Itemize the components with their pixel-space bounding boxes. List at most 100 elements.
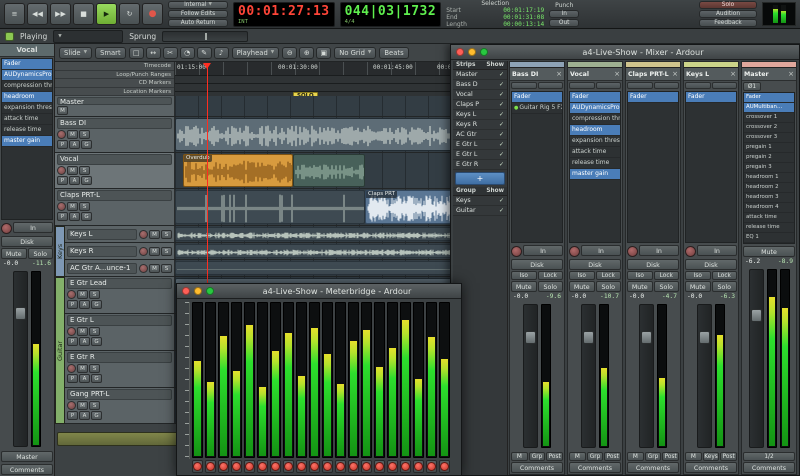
record-button[interactable]: ● [142, 3, 163, 25]
zoom-fit-button[interactable]: ▣ [316, 46, 332, 59]
monitor-disk-button[interactable]: Disk [511, 259, 563, 270]
track-m-button[interactable]: M [77, 401, 88, 410]
track-s-button[interactable]: S [79, 166, 90, 175]
track-header-e-gtr-r[interactable]: E Gtr RMSPAG [55, 351, 175, 387]
shuttle-control[interactable] [162, 30, 249, 42]
monitor-disk-button[interactable]: Disk [627, 259, 679, 270]
processor-entry-fader[interactable]: Fader [628, 92, 678, 103]
track-m-button[interactable]: M [149, 246, 160, 256]
strip-close-button[interactable]: × [788, 70, 794, 78]
solo-button[interactable]: Solo [711, 281, 737, 292]
track-g-button[interactable]: G [91, 300, 102, 309]
processor-entry-pregain-2[interactable]: pregain 2 [744, 153, 794, 163]
track-canvas[interactable] [175, 117, 452, 152]
record-enable-button[interactable] [257, 460, 268, 473]
cut-tool[interactable]: ✂ [162, 46, 178, 59]
gain-fader[interactable] [13, 271, 28, 447]
track-m-button[interactable]: M [77, 327, 88, 336]
strip-close-button[interactable]: × [730, 70, 736, 78]
track-canvas[interactable] [175, 226, 452, 242]
mute-button[interactable]: Mute [1, 248, 27, 259]
strip-name-button[interactable]: Claps PRT-L [628, 71, 670, 78]
strip-visible-check[interactable]: ✓ [499, 151, 504, 158]
track-canvas[interactable] [175, 260, 452, 276]
track-g-button[interactable]: G [81, 140, 92, 149]
gain-fader[interactable] [639, 304, 654, 448]
strip-visible-check[interactable]: ✓ [499, 131, 504, 138]
goto-end-button[interactable]: ▶▶ [50, 3, 71, 25]
track-name[interactable]: Vocal [57, 154, 172, 165]
gain-fader[interactable] [697, 304, 712, 448]
strips-list-item-e-gtr-l[interactable]: E Gtr L ✓ [453, 140, 507, 150]
processor-entry-attack-time[interactable]: attack time [570, 147, 620, 158]
solo-lock-button[interactable]: Lock [653, 271, 679, 280]
track-a-button[interactable]: A [69, 140, 80, 149]
strips-list-item-vocal[interactable]: Vocal ✓ [453, 90, 507, 100]
track-header-vocal[interactable]: Vocal M S P A G [55, 153, 175, 188]
processor-entry-headroom-4[interactable]: headroom 4 [744, 203, 794, 213]
post-button[interactable]: Post [604, 452, 622, 461]
zoom-focus-combo[interactable]: Playhead ▼ [231, 46, 280, 59]
record-enable-button[interactable] [387, 460, 398, 473]
track-s-button[interactable]: S [89, 401, 100, 410]
fader-handle[interactable] [750, 308, 762, 322]
audio-region[interactable] [175, 244, 452, 258]
track-g-button[interactable]: G [91, 411, 102, 420]
track-canvas[interactable]: Overdub [175, 153, 452, 188]
processor-entry-eq-2[interactable]: EQ 2 [744, 243, 794, 244]
audio-region[interactable]: Claps PRT [365, 190, 452, 224]
track-canvas[interactable]: Claps PRT [175, 189, 452, 225]
record-enable-button[interactable] [57, 202, 66, 211]
output-button[interactable]: Master [1, 451, 53, 462]
gain-fader[interactable] [523, 304, 538, 448]
strip-name-button[interactable]: Vocal [570, 71, 612, 78]
shuttle-mode-label[interactable]: Sprung [129, 32, 156, 41]
goto-start-button[interactable]: ◀◀ [27, 3, 48, 25]
primary-clock[interactable]: 00:01:27:13 INT [233, 1, 335, 27]
track-p-button[interactable]: P [57, 176, 68, 185]
punch-in-button[interactable]: In [549, 9, 580, 18]
strip-visible-check[interactable]: ✓ [499, 101, 504, 108]
track-m-button[interactable]: M [77, 290, 88, 299]
solo-isolate-button[interactable]: Iso [685, 271, 711, 280]
mute-button[interactable]: Mute [569, 281, 595, 292]
play-button[interactable]: ▶ [96, 3, 117, 25]
strips-list-item-claps-p[interactable]: Claps P ✓ [453, 100, 507, 110]
record-enable-button[interactable] [139, 246, 148, 256]
audio-region[interactable] [175, 118, 452, 151]
strip-input-button[interactable] [511, 82, 537, 89]
strips-list-item-master[interactable]: Master ✓ [453, 70, 507, 80]
monitor-input-button[interactable]: In [639, 245, 679, 256]
track-p-button[interactable]: P [57, 212, 68, 221]
track-a-button[interactable]: A [79, 337, 90, 346]
audition-button[interactable]: Audition [699, 10, 757, 18]
timecode-ruler[interactable]: 01:15:00 00:01:30:00 00:01:45:00 00:0 [175, 62, 452, 76]
output-button[interactable]: 1/2 [743, 452, 795, 461]
monitor-input-button[interactable]: In [523, 245, 563, 256]
track-s-button[interactable]: S [161, 246, 172, 256]
processor-entry-headroom[interactable]: headroom [2, 92, 52, 103]
monitor-input-button[interactable]: In [697, 245, 737, 256]
solo-button[interactable]: Solo [27, 248, 53, 259]
grid-mode-combo[interactable]: No Grid ▼ [334, 46, 377, 59]
processor-entry-attack-time[interactable]: attack time [744, 213, 794, 223]
track-header-keys-r[interactable]: Keys RMS [55, 243, 175, 259]
sync-source-button[interactable]: Internal ▼ [168, 1, 228, 9]
groups-list-item-keys[interactable]: Keys ✓ [453, 196, 507, 206]
strip-visible-check[interactable]: ✓ [499, 91, 504, 98]
track-header-keys-l[interactable]: Keys LMS [55, 226, 175, 242]
processor-entry-expansion-threshold[interactable]: expansion threshold [570, 136, 620, 147]
metering-button[interactable]: M [685, 452, 702, 461]
minimize-button[interactable] [194, 287, 202, 295]
processor-entry-headroom-1[interactable]: headroom 1 [744, 173, 794, 183]
mute-button[interactable]: Mute [743, 246, 795, 257]
fader-handle[interactable] [15, 306, 26, 320]
track-s-button[interactable]: S [89, 364, 100, 373]
meterbridge-titlebar[interactable]: a4-Live-Show - Meterbridge - Ardour [177, 284, 461, 299]
processor-entry-crossover-1[interactable]: crossover 1 [744, 113, 794, 123]
record-enable-button[interactable] [57, 166, 66, 175]
track-canvas[interactable] [175, 243, 452, 259]
loop-button[interactable]: ↻ [119, 3, 140, 25]
track-a-button[interactable]: A [79, 374, 90, 383]
record-enable-button[interactable] [426, 460, 437, 473]
